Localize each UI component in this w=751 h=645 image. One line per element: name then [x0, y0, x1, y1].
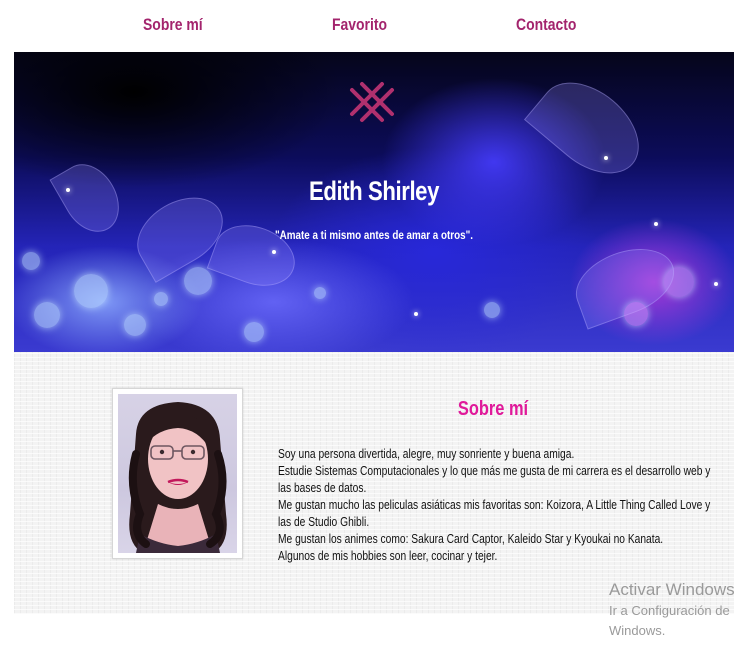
- nav-link-contacto[interactable]: Contacto: [516, 15, 576, 35]
- about-section: Sobre mí Soy una persona divertida, aleg…: [14, 352, 734, 614]
- about-paragraph: Estudie Sistemas Computacionales y lo qu…: [278, 464, 711, 495]
- decorative-petal: [523, 64, 657, 192]
- bokeh-light: [664, 267, 694, 297]
- sparkle: [272, 250, 276, 254]
- hero-quote: "Amate a ti mismo antes de amar a otros"…: [274, 228, 474, 242]
- about-title: Sobre mí: [457, 398, 529, 420]
- bokeh-light: [154, 292, 168, 306]
- windows-activation-watermark: Activar Windows Ir a Configuración de Wi…: [609, 579, 751, 641]
- about-paragraph: Soy una persona divertida, alegre, muy s…: [278, 447, 575, 461]
- about-text: Soy una persona divertida, alegre, muy s…: [278, 446, 713, 565]
- nav-link-favorito[interactable]: Favorito: [332, 15, 387, 35]
- photo-frame: [112, 388, 243, 559]
- hero-name: Edith Shirley: [308, 176, 439, 206]
- watermark-subtitle-line2: Windows.: [609, 623, 666, 638]
- watermark-title: Activar Windows: [609, 580, 735, 599]
- bokeh-light: [74, 274, 108, 308]
- about-paragraph: Algunos de mis hobbies son leer, cocinar…: [278, 549, 498, 563]
- sparkle: [66, 188, 70, 192]
- page: Sobre mí Favorito Contacto Edith Shirley…: [0, 0, 751, 645]
- bokeh-light: [314, 287, 326, 299]
- sparkle: [654, 222, 658, 226]
- sparkle: [414, 312, 418, 316]
- sparkle: [714, 282, 718, 286]
- bokeh-light: [184, 267, 212, 295]
- profile-photo: [118, 394, 237, 553]
- about-paragraph: Me gustan mucho las peliculas asiáticas …: [278, 498, 711, 529]
- nav-link-sobre-mi[interactable]: Sobre mí: [143, 15, 203, 35]
- crosshatch-icon: [350, 82, 394, 122]
- bokeh-light: [124, 314, 146, 336]
- portrait-image: [128, 402, 227, 553]
- hero-banner: Edith Shirley "Amate a ti mismo antes de…: [14, 52, 734, 352]
- about-paragraph: Me gustan los animes como: Sakura Card C…: [278, 532, 664, 546]
- bokeh-light: [484, 302, 500, 318]
- bokeh-light: [624, 302, 648, 326]
- sparkle: [604, 156, 608, 160]
- bokeh-light: [244, 322, 264, 342]
- top-navigation: Sobre mí Favorito Contacto: [0, 0, 751, 52]
- watermark-subtitle-line1: Ir a Configuración de: [609, 603, 730, 618]
- bokeh-light: [34, 302, 60, 328]
- bokeh-light: [22, 252, 40, 270]
